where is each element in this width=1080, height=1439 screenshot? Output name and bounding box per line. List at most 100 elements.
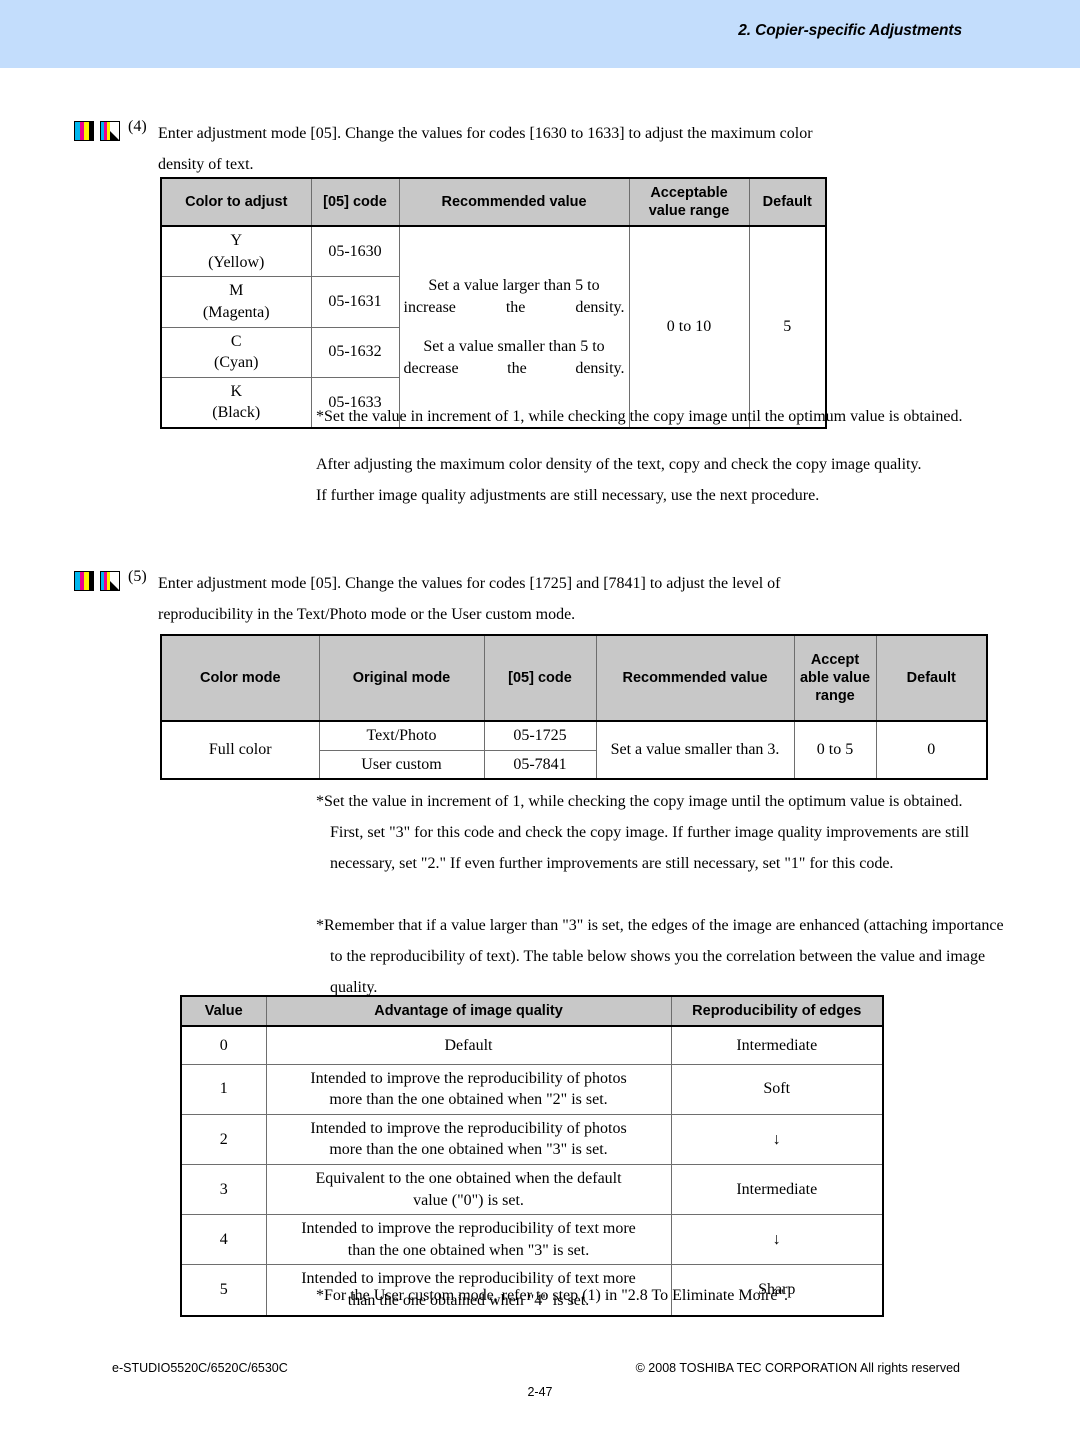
table-header-row: Color mode Original mode [05] code Recom…	[160, 634, 988, 722]
step-5: (5) Enter adjustment mode [05]. Change t…	[0, 568, 1080, 630]
cell-value-0: 0	[180, 1025, 267, 1065]
cell-edges-0: Intermediate	[670, 1025, 884, 1065]
col-header-default: Default	[875, 634, 988, 722]
advantage-line-1: Intended to improve the reproducibility …	[310, 1119, 627, 1137]
max-color-density-table: Color to adjust [05] code Recommended va…	[160, 177, 827, 429]
table2-footnote-line-2: First, set "3" for this code and check t…	[330, 824, 970, 841]
cell-value-5: 5	[180, 1264, 267, 1317]
step-5-line-1: Enter adjustment mode [05]. Change the v…	[158, 575, 781, 592]
advantage-line-1: Equivalent to the one obtained when the …	[315, 1170, 622, 1187]
remember-note-line-1: *Remember that if a value larger than "3…	[316, 917, 1004, 934]
color-name: (Cyan)	[214, 354, 259, 372]
color-letter: C	[230, 332, 242, 350]
advantage-line-2: than the one obtained when "3" is set.	[347, 1241, 590, 1259]
table-row: Y (Yellow) 05-1630 Set a value larger th…	[160, 225, 827, 429]
cell-advantage-2: Intended to improve the reproducibility …	[265, 1113, 672, 1166]
col-header-default: Default	[748, 177, 827, 228]
col-header-recommended-value: Recommended value	[398, 177, 630, 228]
advantage-line-1: Default	[444, 1036, 493, 1054]
color-letter: M	[229, 282, 244, 300]
col-header-reproducibility-of-edges: Reproducibility of edges	[670, 995, 884, 1028]
color-letter: K	[230, 382, 243, 400]
cell-original-mode-text-photo: Text/Photo	[318, 720, 485, 751]
col-header-color-mode: Color mode	[160, 634, 320, 722]
cmyk-gradient-wedge-icon	[100, 121, 120, 141]
cell-original-mode-user-custom: User custom	[318, 749, 485, 780]
table2-footnote-line-3: necessary, set "2." If even further impr…	[330, 855, 894, 872]
table1-footnote: *Set the value in increment of 1, while …	[316, 408, 963, 425]
page-header-band: 2. Copier-specific Adjustments	[0, 0, 1080, 68]
advantage-line-2: value ("0") is set.	[413, 1191, 524, 1209]
cell-advantage-0: Default	[265, 1025, 672, 1065]
cell-color-black: K (Black)	[160, 376, 312, 429]
cell-default: 5	[748, 225, 827, 429]
table-header-row: Color to adjust [05] code Recommended va…	[160, 177, 827, 228]
step-4-line-2: density of text.	[158, 156, 254, 174]
cell-recommended-value: Set a value larger than 5 to increase th…	[398, 225, 630, 429]
recommended-line-2: Set a value smaller than 5 to decrease t…	[403, 338, 625, 377]
table-row: 3 Equivalent to the one obtained when th…	[180, 1163, 884, 1216]
step-4-body: Enter adjustment mode [05]. Change the v…	[158, 118, 990, 180]
after-table1-paragraph-2: If further image quality adjustments are…	[316, 487, 820, 504]
col-header-value: Value	[180, 995, 267, 1028]
col-header-recommended-value: Recommended value	[595, 634, 795, 722]
reproducibility-level-table: Color mode Original mode [05] code Recom…	[160, 634, 988, 781]
value-image-quality-table: Value Advantage of image quality Reprodu…	[180, 995, 884, 1317]
cmyk-color-bars-icon	[74, 121, 94, 141]
cell-value-range: 0 to 10	[628, 225, 750, 429]
step-5-line-2: reproducibility in the Text/Photo mode o…	[158, 606, 576, 624]
advantage-line-1: Intended to improve the reproducibility …	[310, 1069, 627, 1087]
cell-color-magenta: M (Magenta)	[160, 276, 312, 328]
cell-color-yellow: Y (Yellow)	[160, 225, 312, 278]
col-header-advantage-of-image-quality: Advantage of image quality	[265, 995, 672, 1028]
final-footnote: *For the User custom mode, refer to step…	[316, 1287, 788, 1304]
cell-advantage-1: Intended to improve the reproducibility …	[265, 1063, 672, 1115]
cell-edges-4: ↓	[670, 1214, 884, 1266]
cell-recommended-value: Set a value smaller than 3.	[595, 720, 795, 780]
advantage-line-2: more than the one obtained when "2" is s…	[329, 1091, 608, 1109]
cell-code-1632: 05-1632	[310, 326, 400, 378]
footer-page-number: 2-47	[527, 1385, 553, 1399]
table2-footnote-line-1: *Set the value in increment of 1, while …	[316, 793, 963, 810]
color-name: (Magenta)	[202, 304, 270, 322]
cell-advantage-4: Intended to improve the reproducibility …	[265, 1214, 672, 1266]
col-header-color-to-adjust: Color to adjust	[160, 177, 312, 228]
recommended-line-1: Set a value larger than 5 to increase th…	[403, 276, 625, 316]
col-header-05-code: [05] code	[310, 177, 400, 228]
cell-advantage-3: Equivalent to the one obtained when the …	[265, 1163, 672, 1216]
footer-model-names: e-STUDIO5520C/6520C/6530C	[112, 1361, 288, 1375]
recommended-spacer	[404, 318, 625, 336]
step-5-number: (5)	[128, 568, 147, 585]
advantage-line-1: Intended to improve the reproducibility …	[301, 1220, 636, 1238]
cell-edges-1: Soft	[670, 1063, 884, 1115]
cmyk-gradient-wedge-icon	[100, 571, 120, 591]
col-header-original-mode: Original mode	[318, 634, 485, 722]
col-header-05-code: [05] code	[483, 634, 597, 722]
step-5-icons	[74, 571, 120, 591]
cell-default: 0	[875, 720, 988, 780]
page-footer: e-STUDIO5520C/6520C/6530C © 2008 TOSHIBA…	[0, 1361, 1080, 1439]
color-name: (Black)	[212, 404, 261, 422]
cell-code-1630: 05-1630	[310, 225, 400, 278]
cell-code-1631: 05-1631	[310, 276, 400, 328]
table-row: 4 Intended to improve the reproducibilit…	[180, 1214, 884, 1266]
table-header-row: Value Advantage of image quality Reprodu…	[180, 995, 884, 1028]
cell-edges-3: Intermediate	[670, 1163, 884, 1216]
after-table1-paragraph-1: After adjusting the maximum color densit…	[316, 456, 922, 473]
col-header-acceptable-value-range: Accept able value range	[793, 634, 877, 722]
step-4-line-1: Enter adjustment mode [05]. Change the v…	[158, 125, 813, 142]
cell-edges-2: ↓	[670, 1113, 884, 1166]
cell-value-2: 2	[180, 1113, 267, 1166]
advantage-line-2: more than the one obtained when "3" is s…	[329, 1141, 608, 1159]
step-4: (4) Enter adjustment mode [05]. Change t…	[0, 118, 1080, 180]
cell-color-cyan: C (Cyan)	[160, 326, 312, 378]
cell-color-mode-full-color: Full color	[160, 720, 320, 780]
step-5-body: Enter adjustment mode [05]. Change the v…	[158, 568, 990, 630]
cell-value-4: 4	[180, 1214, 267, 1266]
footer-copyright: © 2008 TOSHIBA TEC CORPORATION All right…	[635, 1361, 960, 1375]
cell-code-1725: 05-1725	[483, 720, 597, 751]
col-header-acceptable-value-range: Acceptable value range	[628, 177, 750, 228]
step-4-number: (4)	[128, 118, 147, 135]
remember-note-line-2: to the reproducibility of text). The tab…	[330, 948, 986, 965]
color-letter: Y	[230, 232, 243, 250]
